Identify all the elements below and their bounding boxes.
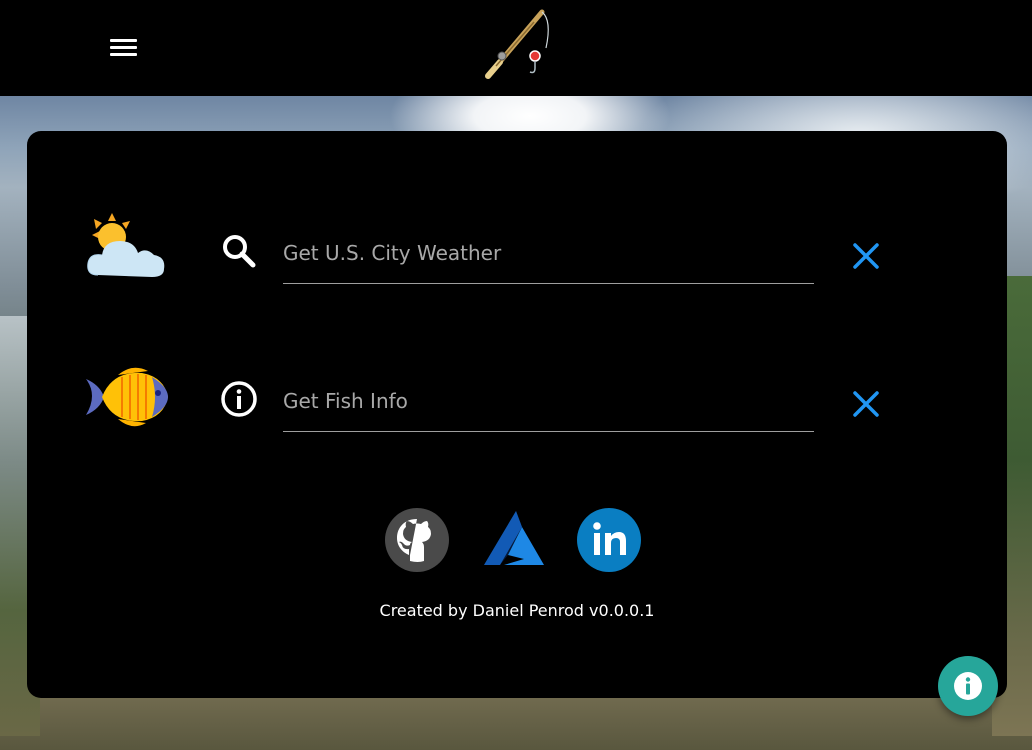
fish-input-field bbox=[283, 369, 814, 432]
info-circle-icon bbox=[221, 381, 257, 417]
clear-fish-icon[interactable] bbox=[849, 387, 883, 421]
weather-input-field bbox=[283, 221, 814, 284]
clear-weather-icon[interactable] bbox=[849, 239, 883, 273]
hamburger-menu-icon[interactable] bbox=[106, 36, 140, 62]
fish-search-row bbox=[27, 349, 1007, 449]
fish-info-input[interactable] bbox=[283, 381, 814, 421]
main-card: Created by Daniel Penrod v0.0.0.1 bbox=[27, 131, 1007, 698]
sun-behind-cloud-icon bbox=[87, 213, 165, 277]
info-fab-button[interactable] bbox=[938, 656, 998, 716]
info-icon bbox=[954, 672, 982, 700]
tropical-fish-icon bbox=[86, 367, 168, 427]
weather-search-row bbox=[27, 201, 1007, 301]
github-icon[interactable] bbox=[384, 507, 450, 573]
weather-search-input[interactable] bbox=[283, 233, 814, 273]
footer-credits: Created by Daniel Penrod v0.0.0.1 bbox=[379, 601, 655, 620]
social-links bbox=[27, 507, 1007, 573]
fishing-pole-icon[interactable] bbox=[478, 4, 558, 84]
azure-icon[interactable] bbox=[478, 507, 544, 573]
linkedin-icon[interactable] bbox=[576, 507, 642, 573]
search-icon bbox=[223, 235, 256, 268]
top-navbar bbox=[0, 0, 1032, 96]
